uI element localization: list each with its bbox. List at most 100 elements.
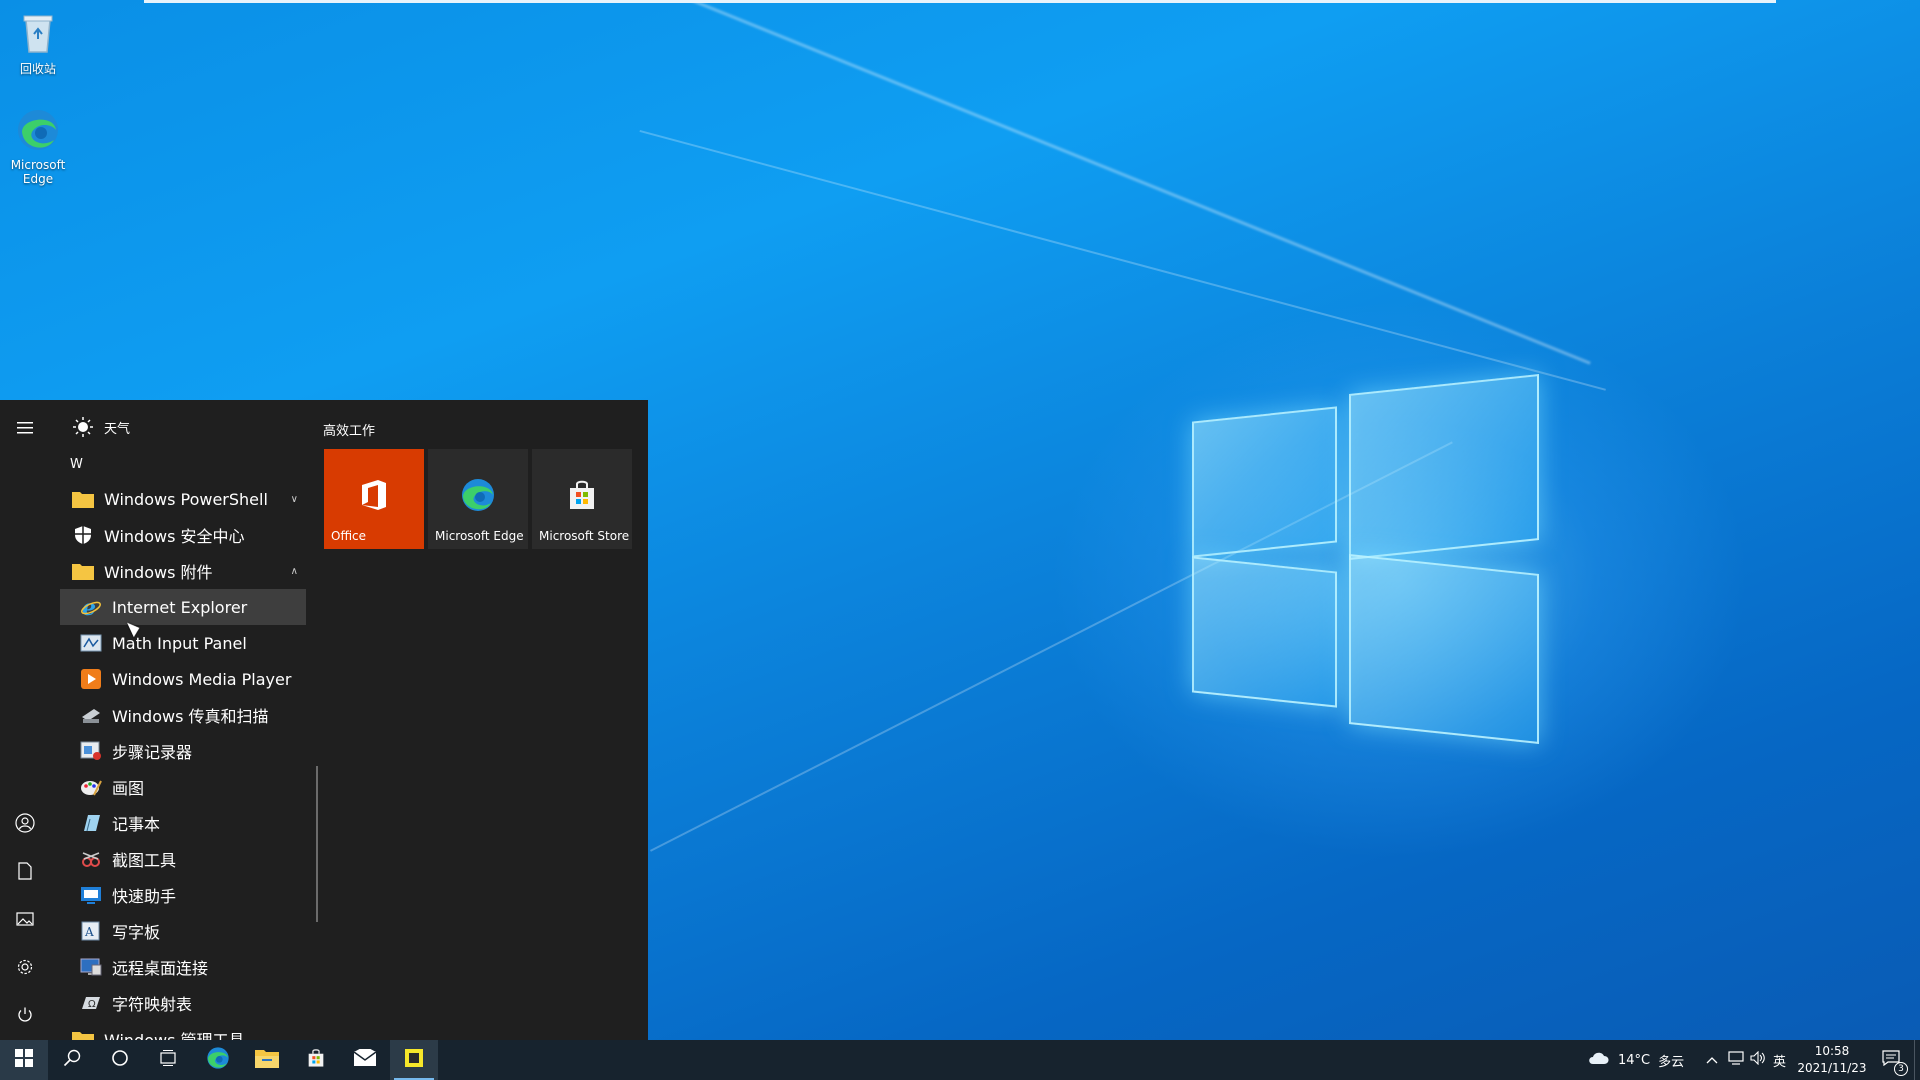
- cortana-circle-icon: [111, 1049, 129, 1071]
- app-item-label: 记事本: [112, 815, 161, 834]
- start-button[interactable]: [0, 1040, 48, 1080]
- app-item-label: Windows 传真和扫描: [112, 707, 269, 726]
- chevron-up-icon[interactable]: ∧: [291, 566, 298, 577]
- app-item-character-map[interactable]: Ω 字符映射表: [60, 985, 306, 1021]
- app-item-paint[interactable]: 画图: [60, 769, 306, 805]
- edge-icon: [206, 1046, 230, 1074]
- app-item-quick-assist[interactable]: 快速助手: [60, 877, 306, 913]
- office-icon: [356, 477, 392, 513]
- fax-scan-icon: [80, 704, 102, 726]
- app-item-label: 字符映射表: [112, 995, 193, 1014]
- pictures-icon[interactable]: [10, 904, 40, 934]
- app-item-windows-media-player[interactable]: Windows Media Player: [60, 661, 306, 697]
- action-center-button[interactable]: 3: [1876, 1040, 1908, 1080]
- app-item-remote-desktop[interactable]: 远程桌面连接: [60, 949, 306, 985]
- user-account-icon[interactable]: [10, 808, 40, 838]
- app-item-windows-fax-scan[interactable]: Windows 传真和扫描: [60, 697, 306, 733]
- cloud-icon: [1588, 1051, 1610, 1069]
- recycle-bin-icon: [14, 8, 62, 56]
- clock-time: 10:58: [1814, 1044, 1850, 1058]
- charmap-icon: Ω: [80, 992, 102, 1014]
- edge-icon: [460, 477, 496, 513]
- steps-recorder-icon: [80, 740, 102, 762]
- volume-icon: [1750, 1050, 1766, 1069]
- documents-icon[interactable]: [10, 856, 40, 886]
- store-icon: [564, 477, 600, 513]
- app-item-label: 远程桌面连接: [112, 959, 209, 978]
- app-item-notepad[interactable]: 记事本: [60, 805, 306, 841]
- desktop-icon-edge[interactable]: Microsoft Edge: [0, 106, 76, 186]
- snipping-tool-icon: [80, 848, 102, 870]
- app-item-windows-accessories[interactable]: Windows 附件 ∧: [60, 553, 306, 589]
- weather-condition: 多云: [1658, 1054, 1685, 1070]
- store-icon: [305, 1047, 327, 1073]
- app-item-label: 步骤记录器: [112, 743, 193, 762]
- clock-date: 2021/11/23: [1797, 1061, 1867, 1075]
- tile-group-title: 高效工作: [323, 424, 376, 439]
- top-edge-line: [144, 0, 1776, 3]
- start-rail: [0, 400, 50, 1040]
- weather-widget[interactable]: 14°C 多云: [1588, 1040, 1684, 1080]
- tile-label: Microsoft Edge: [435, 529, 524, 543]
- cortana-button[interactable]: [96, 1040, 144, 1080]
- taskbar-mail[interactable]: [341, 1040, 389, 1080]
- app-item-math-input-panel[interactable]: Math Input Panel: [60, 625, 306, 661]
- svg-text:Ω: Ω: [88, 999, 96, 1010]
- taskbar-sticky-notes[interactable]: [390, 1040, 438, 1080]
- app-item-windows-security[interactable]: Windows 安全中心: [60, 517, 306, 553]
- app-item-windows-admin-tools[interactable]: Windows 管理工具: [60, 1021, 306, 1040]
- hamburger-menu-icon[interactable]: [10, 413, 40, 443]
- taskbar-store[interactable]: [292, 1040, 340, 1080]
- paint-icon: [80, 776, 102, 798]
- edge-icon: [14, 106, 62, 154]
- desktop-icon-recycle-bin[interactable]: 回收站: [0, 8, 76, 77]
- task-view-button[interactable]: [144, 1040, 192, 1080]
- tile-office[interactable]: Office: [324, 449, 424, 549]
- show-desktop-button[interactable]: [1914, 1040, 1920, 1080]
- quick-assist-icon: [80, 884, 102, 906]
- input-method-indicator[interactable]: 英: [1773, 1040, 1786, 1080]
- math-input-icon: [80, 632, 102, 654]
- power-icon[interactable]: [10, 1000, 40, 1030]
- app-item-label: 快速助手: [112, 887, 177, 906]
- file-explorer-icon: [255, 1048, 279, 1072]
- notepad-icon: [80, 812, 102, 834]
- volume-button[interactable]: [1750, 1040, 1766, 1080]
- internet-explorer-icon: e: [80, 596, 102, 618]
- app-item-label: Windows PowerShell: [104, 489, 268, 509]
- taskbar: 14°C 多云 英 10:58 2021/11/23 3: [0, 1040, 1920, 1080]
- clock[interactable]: 10:58 2021/11/23: [1796, 1043, 1868, 1077]
- notification-count-badge: 3: [1894, 1062, 1908, 1076]
- app-item-wordpad[interactable]: A 写字板: [60, 913, 306, 949]
- app-item-steps-recorder[interactable]: 步骤记录器: [60, 733, 306, 769]
- desktop-icon-label: 回收站: [19, 62, 56, 76]
- taskbar-edge[interactable]: [194, 1040, 242, 1080]
- settings-gear-icon[interactable]: [10, 952, 40, 982]
- app-item-label: Internet Explorer: [112, 597, 248, 617]
- app-item-snipping-tool[interactable]: 截图工具: [60, 841, 306, 877]
- app-item-windows-powershell[interactable]: Windows PowerShell ∨: [60, 481, 306, 517]
- app-item-label: Windows 管理工具: [104, 1027, 245, 1040]
- chevron-down-icon[interactable]: ∨: [291, 494, 298, 505]
- shield-icon: [72, 524, 94, 546]
- weather-temp: 14°C: [1618, 1052, 1651, 1068]
- taskbar-file-explorer[interactable]: [243, 1040, 291, 1080]
- sticky-notes-icon: [404, 1048, 424, 1072]
- app-item-label: Math Input Panel: [112, 633, 247, 653]
- show-hidden-icons-button[interactable]: [1706, 1040, 1718, 1080]
- network-button[interactable]: [1728, 1040, 1744, 1080]
- app-list-scrollbar[interactable]: [316, 766, 318, 922]
- app-item-label: 写字板: [112, 923, 161, 942]
- app-item-label: 画图: [112, 779, 145, 798]
- tile-label: Microsoft Store: [539, 529, 630, 543]
- search-button[interactable]: [48, 1040, 96, 1080]
- tile-microsoft-store[interactable]: Microsoft Store: [532, 449, 632, 549]
- chevron-up-icon: [1706, 1053, 1718, 1068]
- app-list-items: Windows PowerShell ∨ Windows 安全中心 Window…: [50, 400, 320, 1040]
- tile-microsoft-edge[interactable]: Microsoft Edge: [428, 449, 528, 549]
- app-item-internet-explorer[interactable]: e Internet Explorer: [60, 589, 306, 625]
- wordpad-icon: A: [80, 920, 102, 942]
- search-icon: [63, 1049, 81, 1071]
- folder-icon: [72, 560, 94, 582]
- windows-start-icon: [15, 1049, 33, 1071]
